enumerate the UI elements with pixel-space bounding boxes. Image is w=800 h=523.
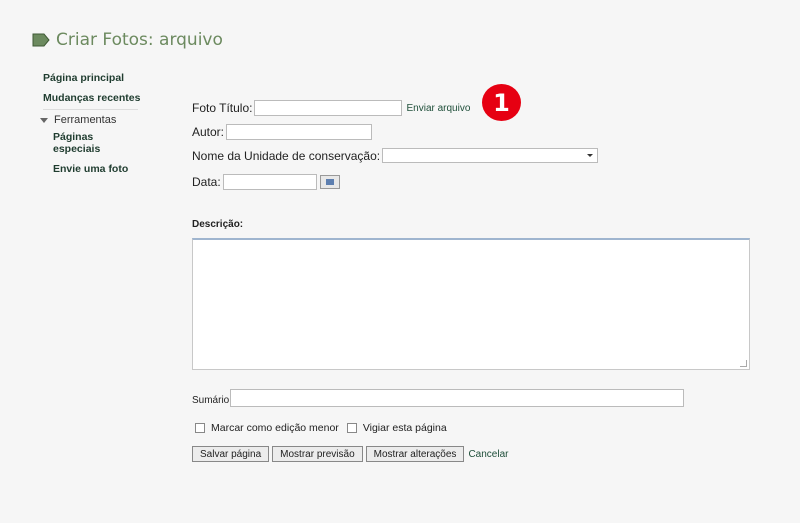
tag-icon — [32, 33, 50, 47]
save-page-button[interactable]: Salvar página — [192, 446, 270, 462]
sidebar-item-pagina-principal[interactable]: Página principal — [43, 72, 143, 84]
foto-titulo-input[interactable] — [254, 100, 403, 116]
autor-row: Autor: — [192, 124, 373, 140]
descricao-textarea[interactable] — [192, 238, 750, 370]
unidade-label: Nome da Unidade de conservação: — [192, 148, 381, 163]
data-input[interactable] — [222, 174, 317, 190]
minor-edit-label: Marcar como edição menor — [211, 422, 339, 434]
sumario-input[interactable] — [230, 389, 684, 407]
sidebar-item-mudancas-recentes[interactable]: Mudanças recentes — [43, 92, 143, 104]
foto-titulo-label: Foto Título: — [192, 101, 253, 115]
calendar-icon — [325, 179, 334, 185]
minor-edit-checkbox[interactable] — [195, 423, 205, 433]
action-buttons: Salvar página Mostrar previsão Mostrar a… — [192, 446, 508, 462]
unidade-row: Nome da Unidade de conservação: — [192, 148, 599, 163]
sidebar-item-paginas-especiais[interactable]: Páginas especiais — [53, 131, 143, 155]
sumario-label: Sumário: — [192, 395, 233, 406]
sidebar-divider — [43, 109, 138, 110]
descricao-label: Descrição: — [192, 219, 244, 230]
sidebar: Página principal Mudanças recentes Ferra… — [40, 72, 143, 183]
page-header: Criar Fotos: arquivo — [32, 30, 223, 50]
page-title: Criar Fotos: arquivo — [56, 30, 223, 50]
sidebar-section-label: Ferramentas — [54, 114, 117, 126]
watch-page-label: Vigiar esta página — [362, 422, 447, 434]
triangle-down-icon — [40, 117, 48, 123]
show-preview-button[interactable]: Mostrar previsão — [272, 446, 363, 462]
autor-input[interactable] — [226, 124, 373, 140]
calendar-button[interactable] — [319, 175, 340, 189]
chevron-down-icon — [587, 154, 594, 157]
options-row: Marcar como edição menor Vigiar esta pág… — [195, 422, 447, 434]
sidebar-section-ferramentas[interactable]: Ferramentas — [40, 114, 143, 126]
autor-label: Autor: — [192, 125, 225, 139]
watch-page-checkbox[interactable] — [346, 423, 357, 433]
step-number-badge: 1 — [482, 84, 521, 121]
unidade-select[interactable] — [382, 148, 599, 163]
cancel-link[interactable]: Cancelar — [468, 449, 508, 460]
data-row: Data: — [192, 174, 340, 190]
resize-handle-icon[interactable] — [740, 360, 747, 367]
sidebar-item-envie-uma-foto[interactable]: Envie uma foto — [53, 163, 143, 175]
enviar-arquivo-link[interactable]: Enviar arquivo — [406, 103, 470, 114]
show-changes-button[interactable]: Mostrar alterações — [365, 446, 465, 462]
foto-titulo-row: Foto Título: Enviar arquivo — [192, 100, 470, 116]
data-label: Data: — [192, 175, 221, 189]
